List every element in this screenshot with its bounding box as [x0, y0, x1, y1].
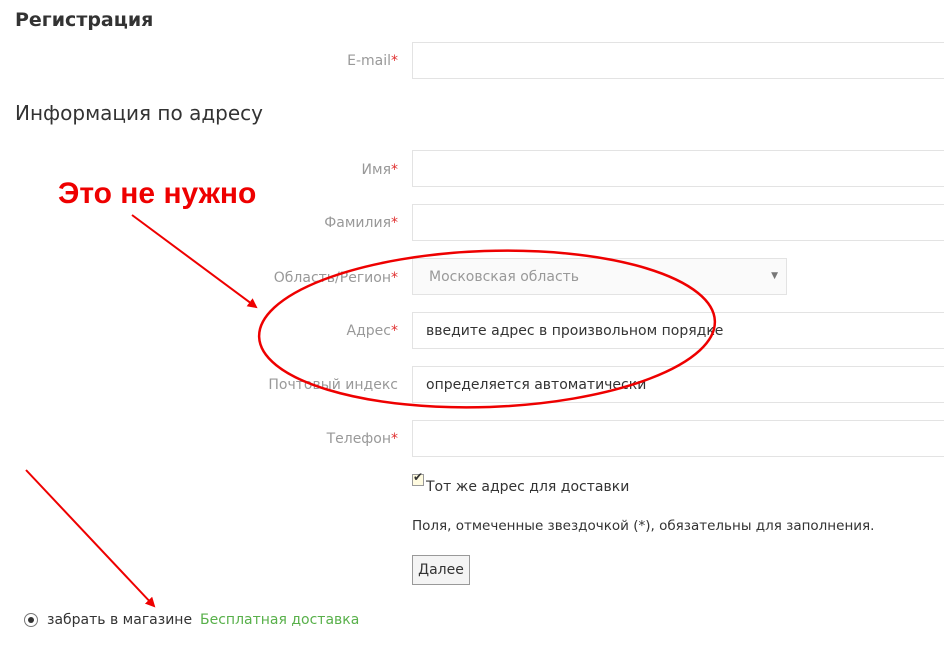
annotation-arrow-lower — [25, 469, 156, 608]
annotation-ellipse — [257, 249, 717, 409]
annotation-arrow-upper — [131, 214, 258, 309]
annotation-overlay — [25, 214, 717, 608]
